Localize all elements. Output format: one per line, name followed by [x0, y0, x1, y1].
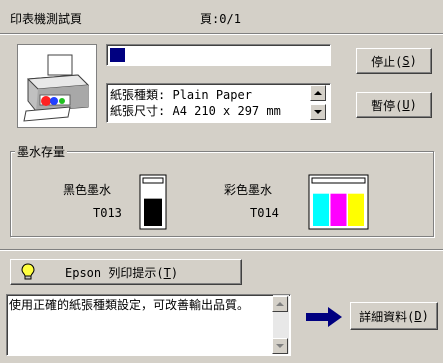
epson-tips-suffix: )	[170, 265, 179, 280]
paper-info-scroll-down[interactable]	[310, 104, 326, 120]
paper-info-box: 紙張種類: Plain Paper 紙張尺寸: A4 210 x 297 mm	[106, 83, 331, 123]
details-button[interactable]: 詳細資料(D)	[350, 302, 438, 330]
bottom-divider-light	[0, 250, 443, 251]
page-value: :0/1	[212, 12, 241, 26]
page-counter: 頁:0/1	[200, 10, 241, 27]
tip-text: 使用正確的紙張種類設定，可改善輸出品質。	[9, 298, 250, 312]
magenta-ink-fill	[330, 193, 347, 226]
progress-fill	[110, 48, 125, 62]
stop-button-key: S	[402, 54, 410, 68]
details-button-key: D	[414, 309, 422, 323]
stop-button-suffix: )	[409, 54, 417, 68]
pause-button-key: U	[402, 98, 410, 112]
black-ink-fill	[144, 198, 162, 226]
stop-button-label: 停止(	[371, 54, 403, 69]
pause-button[interactable]: 暫停(U)	[356, 92, 432, 118]
paper-type-label: 紙張種類	[110, 88, 159, 102]
cyan-ink-fill	[313, 193, 329, 226]
tip-scroll-up[interactable]	[272, 296, 288, 312]
black-ink-label: 黑色墨水	[63, 183, 112, 197]
epson-tips-key: T	[163, 265, 171, 280]
tip-scroll-down[interactable]	[272, 338, 288, 354]
paper-info-scroll-up[interactable]	[310, 85, 326, 101]
epson-tips-label: Epson 列印提示(	[65, 265, 164, 280]
epson-tips-button[interactable]: Epson 列印提示(T)	[10, 259, 242, 285]
ink-group-title: 墨水存量	[15, 143, 68, 160]
paper-type-value: : Plain Paper	[158, 88, 252, 102]
pause-button-suffix: )	[409, 98, 417, 112]
chevron-up-icon	[314, 91, 322, 95]
black-ink-cartridge	[139, 174, 167, 230]
paper-size-value: : A4 210 x 297 mm	[158, 104, 281, 118]
page-label: 頁	[200, 12, 213, 26]
lightbulb-icon	[21, 263, 35, 281]
pause-button-label: 暫停(	[371, 98, 403, 113]
details-button-suffix: )	[421, 309, 429, 323]
arrow-right-icon	[306, 307, 342, 327]
tip-text-box: 使用正確的紙張種類設定，可改善輸出品質。	[6, 294, 291, 356]
yellow-ink-fill	[348, 193, 364, 226]
color-ink-label: 彩色墨水	[224, 183, 273, 197]
chevron-down-icon	[276, 344, 284, 348]
stop-button[interactable]: 停止(S)	[356, 48, 432, 74]
details-button-label: 詳細資料(	[359, 309, 415, 324]
printer-icon	[17, 44, 97, 128]
paper-size-label: 紙張尺寸	[110, 104, 159, 118]
page-title: 印表機測試頁	[10, 12, 83, 26]
color-ink-code: T014	[250, 206, 279, 220]
chevron-down-icon	[314, 110, 322, 114]
black-ink-code: T013	[93, 206, 122, 220]
progress-bar	[106, 44, 331, 66]
header-divider-light	[0, 34, 443, 35]
chevron-up-icon	[276, 302, 284, 306]
color-ink-cartridge	[308, 174, 369, 230]
